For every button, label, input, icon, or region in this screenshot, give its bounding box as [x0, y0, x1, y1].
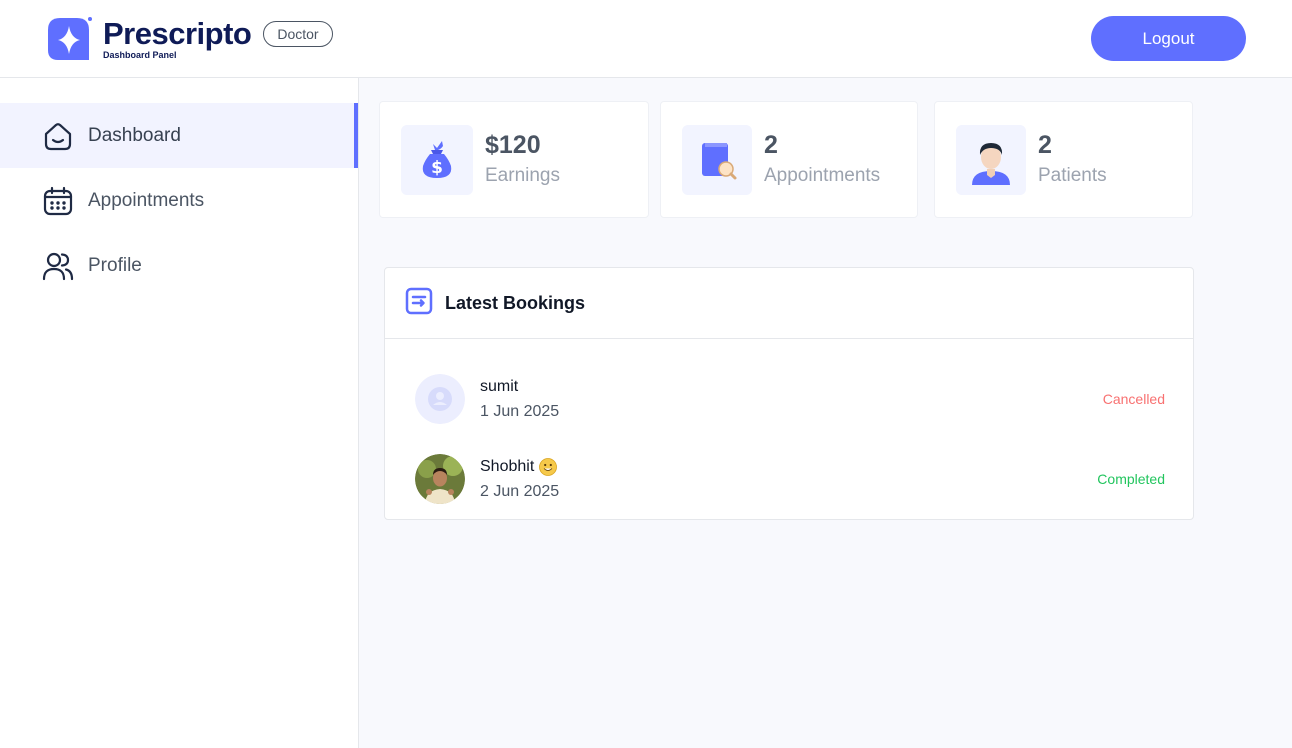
sidebar: Dashboard Appointments Profile [0, 78, 359, 748]
sidebar-item-label: Appointments [88, 189, 205, 211]
brand[interactable]: Prescripto Dashboard Panel Doctor [47, 16, 333, 62]
earnings-value: $120 [485, 131, 541, 159]
svg-text:$: $ [431, 158, 443, 178]
booking-row[interactable]: sumit 1 Jun 2025 Cancelled [415, 373, 1165, 425]
sidebar-item-profile[interactable]: Profile [0, 233, 358, 298]
calendar-icon [42, 185, 74, 217]
brand-subtitle: Dashboard Panel [103, 49, 177, 60]
patients-label: Patients [1038, 165, 1107, 186]
appointments-value: 2 [764, 131, 778, 159]
appointments-label: Appointments [764, 165, 881, 186]
patient-name: Shobhit [480, 457, 535, 475]
patient-name: sumit [480, 377, 519, 395]
booking-row[interactable]: Shobhit 2 Jun 2025 Completed [415, 453, 1165, 505]
prescripto-logo-icon [47, 16, 93, 62]
home-icon [42, 120, 74, 152]
sidebar-item-label: Dashboard [88, 124, 181, 146]
sidebar-item-dashboard[interactable]: Dashboard [0, 103, 358, 168]
stat-card-appointments[interactable]: 2 Appointments [660, 101, 918, 218]
latest-bookings-panel: Latest Bookings sumit 1 Jun 2025 Cancell… [384, 267, 1194, 520]
patient-icon [956, 124, 1026, 195]
earnings-label: Earnings [485, 165, 560, 186]
stat-card-patients[interactable]: 2 Patients [934, 101, 1193, 218]
stat-card-earnings[interactable]: $ $120 Earnings [379, 101, 649, 218]
status-badge: Completed [1097, 471, 1165, 487]
patients-value: 2 [1038, 131, 1052, 159]
main-content: $ $120 Earnings 2 Appointments 2 Patient… [359, 78, 1292, 748]
patient-name-wrapper: Shobhit [480, 456, 559, 478]
latest-bookings-header: Latest Bookings [385, 268, 1193, 339]
booking-date: 1 Jun 2025 [480, 402, 560, 420]
avatar [415, 454, 465, 504]
top-navbar: Prescripto Dashboard Panel Doctor Logout [0, 0, 1292, 78]
smiley-emoji-icon [539, 457, 558, 476]
latest-bookings-title: Latest Bookings [445, 292, 586, 313]
logout-button[interactable]: Logout [1091, 16, 1246, 61]
role-badge: Doctor [263, 21, 333, 47]
sidebar-item-appointments[interactable]: Appointments [0, 168, 358, 233]
people-icon [42, 250, 74, 282]
brand-name: Prescripto [103, 15, 252, 51]
avatar [415, 374, 465, 424]
appointment-book-icon [682, 124, 752, 195]
sidebar-item-label: Profile [88, 254, 142, 276]
status-badge: Cancelled [1102, 391, 1165, 407]
booking-date: 2 Jun 2025 [480, 482, 560, 500]
money-bag-icon: $ [401, 124, 473, 195]
list-icon [405, 287, 433, 320]
